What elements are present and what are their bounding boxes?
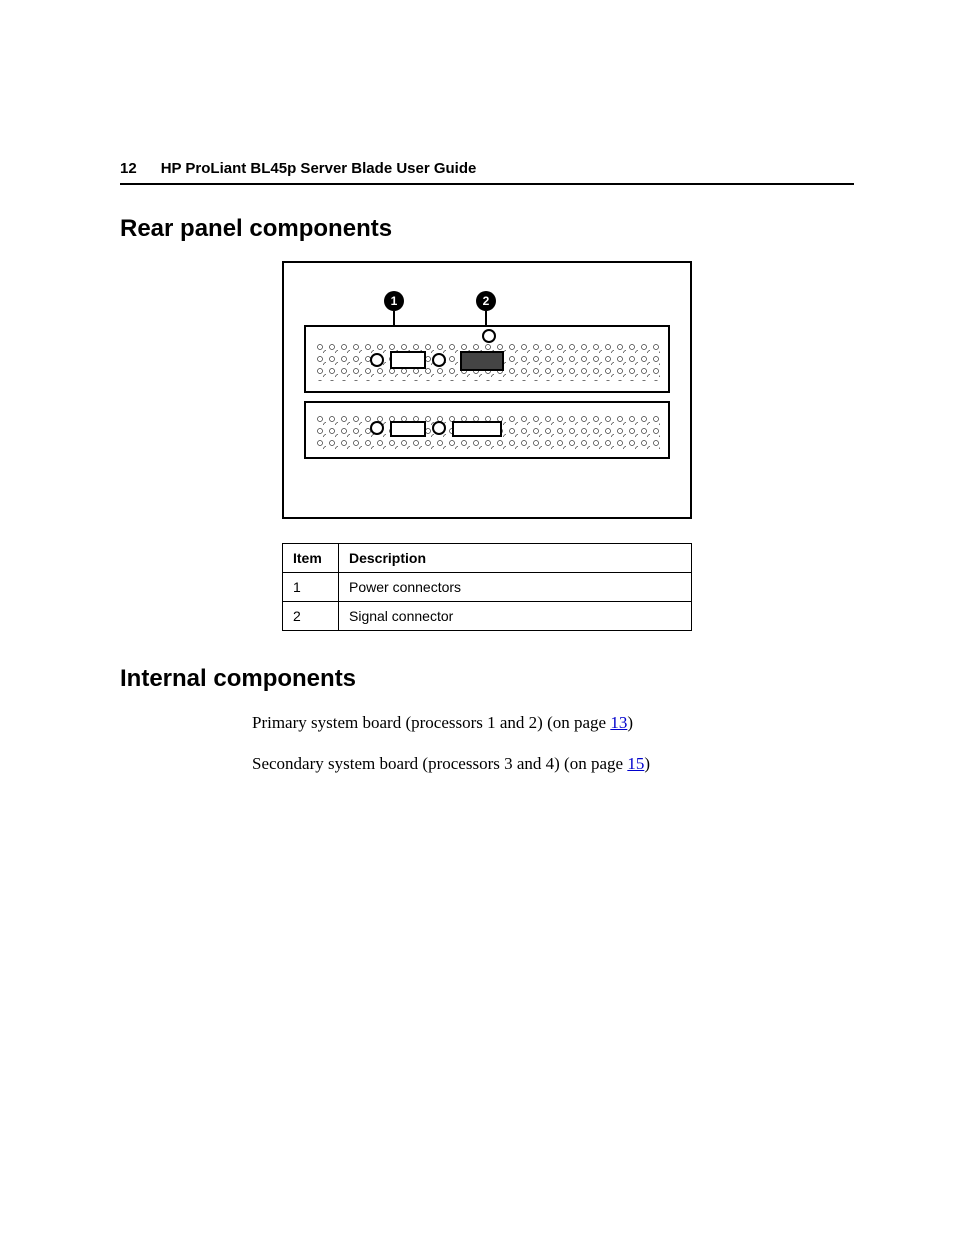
heading-internal-components: Internal components xyxy=(120,665,854,693)
document-title: HP ProLiant BL45p Server Blade User Guid… xyxy=(161,160,477,177)
page-link-13[interactable]: 13 xyxy=(610,713,627,732)
signal-connector-icon xyxy=(460,351,504,371)
table-row: 1 Power connectors xyxy=(283,573,692,602)
connector-outline-icon xyxy=(452,421,502,437)
figure-rear-panel: 1 2 xyxy=(282,261,692,519)
text-run: ) xyxy=(627,713,633,732)
page-header: 12 HP ProLiant BL45p Server Blade User G… xyxy=(120,160,854,185)
table-header-item: Item xyxy=(283,544,339,573)
table-cell-item: 1 xyxy=(283,573,339,602)
table-cell-item: 2 xyxy=(283,602,339,631)
page-number: 12 xyxy=(120,160,137,177)
paragraph-primary-system-board: Primary system board (processors 1 and 2… xyxy=(252,711,854,736)
table-row: 2 Signal connector xyxy=(283,602,692,631)
table-cell-description: Power connectors xyxy=(339,573,692,602)
callout-badge-1: 1 xyxy=(384,291,404,311)
table-header-row: Item Description xyxy=(283,544,692,573)
fastener-icon xyxy=(432,421,446,435)
callout-badge-2: 2 xyxy=(476,291,496,311)
fastener-icon xyxy=(482,329,496,343)
paragraph-secondary-system-board: Secondary system board (processors 3 and… xyxy=(252,752,854,777)
table-header-description: Description xyxy=(339,544,692,573)
heading-rear-panel-components: Rear panel components xyxy=(120,215,854,243)
fastener-icon xyxy=(370,421,384,435)
text-run: Secondary system board (processors 3 and… xyxy=(252,754,627,773)
text-run: Primary system board (processors 1 and 2… xyxy=(252,713,610,732)
fastener-icon xyxy=(370,353,384,367)
fastener-icon xyxy=(432,353,446,367)
table-cell-description: Signal connector xyxy=(339,602,692,631)
table-rear-panel-components: Item Description 1 Power connectors 2 Si… xyxy=(282,543,692,631)
power-connector-icon xyxy=(390,421,426,437)
text-run: ) xyxy=(644,754,650,773)
power-connector-icon xyxy=(390,351,426,369)
page-link-15[interactable]: 15 xyxy=(627,754,644,773)
